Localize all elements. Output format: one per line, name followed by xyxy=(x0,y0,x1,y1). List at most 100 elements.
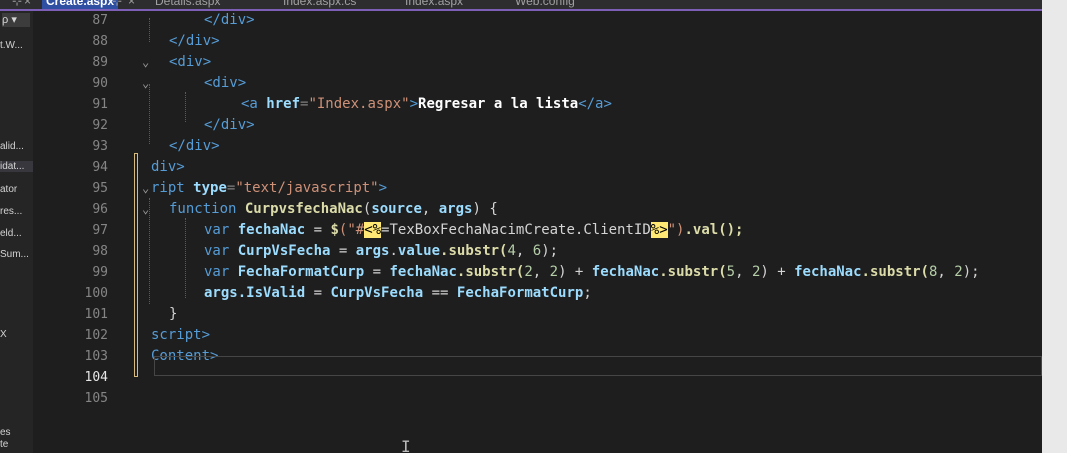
code-line-89: <div> xyxy=(169,52,211,73)
explorer-item[interactable]: te xyxy=(0,439,8,450)
explorer-item[interactable]: res... xyxy=(0,206,22,217)
explorer-item[interactable]: X xyxy=(0,329,7,340)
line-number: 96 xyxy=(92,202,108,217)
code-token: </div> xyxy=(204,117,255,133)
tab-bar-border xyxy=(0,9,1042,11)
code-token: ript xyxy=(151,180,194,196)
code-token: args xyxy=(438,201,473,217)
code-token: ("# xyxy=(338,222,365,238)
current-line-highlight[interactable] xyxy=(154,356,1042,376)
tab-create-aspx[interactable]: Create.aspx xyxy=(42,0,119,9)
code-line-98: var CurpVsFecha = args.value.substr(4, 6… xyxy=(204,241,558,262)
code-token: ") xyxy=(667,222,685,238)
code-token: function xyxy=(169,201,245,217)
code-line-100: args.IsValid = CurpVsFecha == FechaForma… xyxy=(204,283,592,304)
asp-delimiter: %> xyxy=(650,222,668,238)
code-token: , xyxy=(421,201,439,217)
code-line-95: ript type="text/javascript"> xyxy=(151,178,387,199)
code-token: .substr( xyxy=(440,243,508,259)
code-token: var xyxy=(204,222,238,238)
code-token: .val(); xyxy=(684,222,744,238)
code-token: ) + xyxy=(760,264,795,280)
code-line-99: var FechaFormatCurp = fechaNac.substr(2,… xyxy=(204,262,980,283)
fold-chevron-icon[interactable]: ⌄ xyxy=(142,73,149,94)
code-token: div> xyxy=(151,159,185,175)
code-token: .substr( xyxy=(659,264,727,280)
explorer-item[interactable]: ator xyxy=(0,184,17,195)
indent-guide xyxy=(185,92,187,122)
solution-explorer-fragment: ρ ▾ t.W... alid... idat... ator res... e… xyxy=(0,11,33,453)
code-token: ); xyxy=(962,264,980,280)
line-number: 98 xyxy=(92,244,108,259)
indent-guide xyxy=(149,84,151,144)
code-token: $ xyxy=(330,222,339,238)
explorer-item[interactable]: Sum... xyxy=(0,249,29,260)
code-token: .IsValid xyxy=(237,285,306,301)
fold-chevron-icon[interactable]: ⌄ xyxy=(142,52,149,73)
explorer-item[interactable]: eld... xyxy=(0,228,22,239)
code-token: 5 xyxy=(726,264,736,280)
tab-pin-icon[interactable]: ⊹ xyxy=(112,0,122,9)
code-token: type xyxy=(193,180,227,196)
explorer-item[interactable]: t.W... xyxy=(0,40,23,51)
code-token: , xyxy=(735,264,752,280)
fold-chevron-icon[interactable]: ⌄ xyxy=(142,178,149,199)
explorer-item-selected[interactable]: idat... xyxy=(0,161,33,172)
code-line-87: </div> xyxy=(204,10,255,31)
code-token: == xyxy=(423,285,457,301)
code-token: </a> xyxy=(578,96,612,112)
code-token: <a xyxy=(241,96,267,112)
document-tab-bar: ⊹ × Create.aspx ⊹ × Details.aspx Index.a… xyxy=(0,0,1042,9)
code-token: 2 xyxy=(524,264,533,280)
code-token: ) { xyxy=(472,201,498,217)
code-line-92: </div> xyxy=(204,115,255,136)
indent-guide xyxy=(185,218,187,298)
line-number: 103 xyxy=(84,349,108,364)
code-token: args xyxy=(204,285,238,301)
code-token: ; xyxy=(583,285,592,301)
asp-delimiter: <% xyxy=(364,222,382,238)
code-token: <div> xyxy=(204,75,247,91)
tab-web-config[interactable]: Web.config xyxy=(515,0,575,9)
code-token: fechaNac xyxy=(389,264,457,280)
indent-guide xyxy=(149,18,151,42)
line-number: 100 xyxy=(84,286,108,301)
tab-index-aspx[interactable]: Index.aspx xyxy=(405,0,463,9)
code-token: = xyxy=(364,264,390,280)
line-number: 88 xyxy=(92,34,108,49)
code-token: FechaFormatCurp xyxy=(456,285,584,301)
line-number: 89 xyxy=(92,55,108,70)
code-token: script> xyxy=(151,327,211,343)
tab-details-aspx[interactable]: Details.aspx xyxy=(155,0,220,9)
code-token: > xyxy=(409,96,419,112)
explorer-item[interactable]: es xyxy=(0,427,11,438)
tab-close-control[interactable]: × xyxy=(24,0,31,9)
code-token: "Index.aspx" xyxy=(308,96,410,112)
code-token: fechaNac xyxy=(237,222,306,238)
code-token: .substr( xyxy=(861,264,929,280)
line-number: 90 xyxy=(92,76,108,91)
tab-close-icon[interactable]: × xyxy=(128,0,135,9)
line-number: 93 xyxy=(92,139,108,154)
explorer-item[interactable]: alid... xyxy=(0,141,24,152)
code-line-88: </div> xyxy=(169,31,220,52)
line-number: 97 xyxy=(92,223,108,238)
tab-pin-control[interactable]: ⊹ xyxy=(12,0,22,9)
code-token: > xyxy=(378,180,388,196)
code-token: , xyxy=(515,243,533,259)
line-number: 95 xyxy=(92,181,108,196)
code-line-94: div> xyxy=(151,157,185,178)
code-token: "text/javascript" xyxy=(235,180,379,196)
tab-index-aspx-cs[interactable]: Index.aspx.cs xyxy=(283,0,356,9)
code-editor[interactable]: ⊹ × Create.aspx ⊹ × Details.aspx Index.a… xyxy=(0,0,1042,453)
code-line-102: script> xyxy=(151,325,210,346)
code-token: args xyxy=(355,243,390,259)
search-icon[interactable]: ρ ▾ xyxy=(2,13,30,27)
code-token: 6 xyxy=(532,243,542,259)
code-token: </div> xyxy=(204,12,255,28)
fold-chevron-icon[interactable]: ⌄ xyxy=(142,199,149,220)
code-token: Regresar a la lista xyxy=(418,96,579,112)
code-token: </div> xyxy=(169,33,220,49)
code-token: = xyxy=(305,285,331,301)
code-token: =TexBoxFechaNacimCreate.ClientID xyxy=(381,222,651,238)
